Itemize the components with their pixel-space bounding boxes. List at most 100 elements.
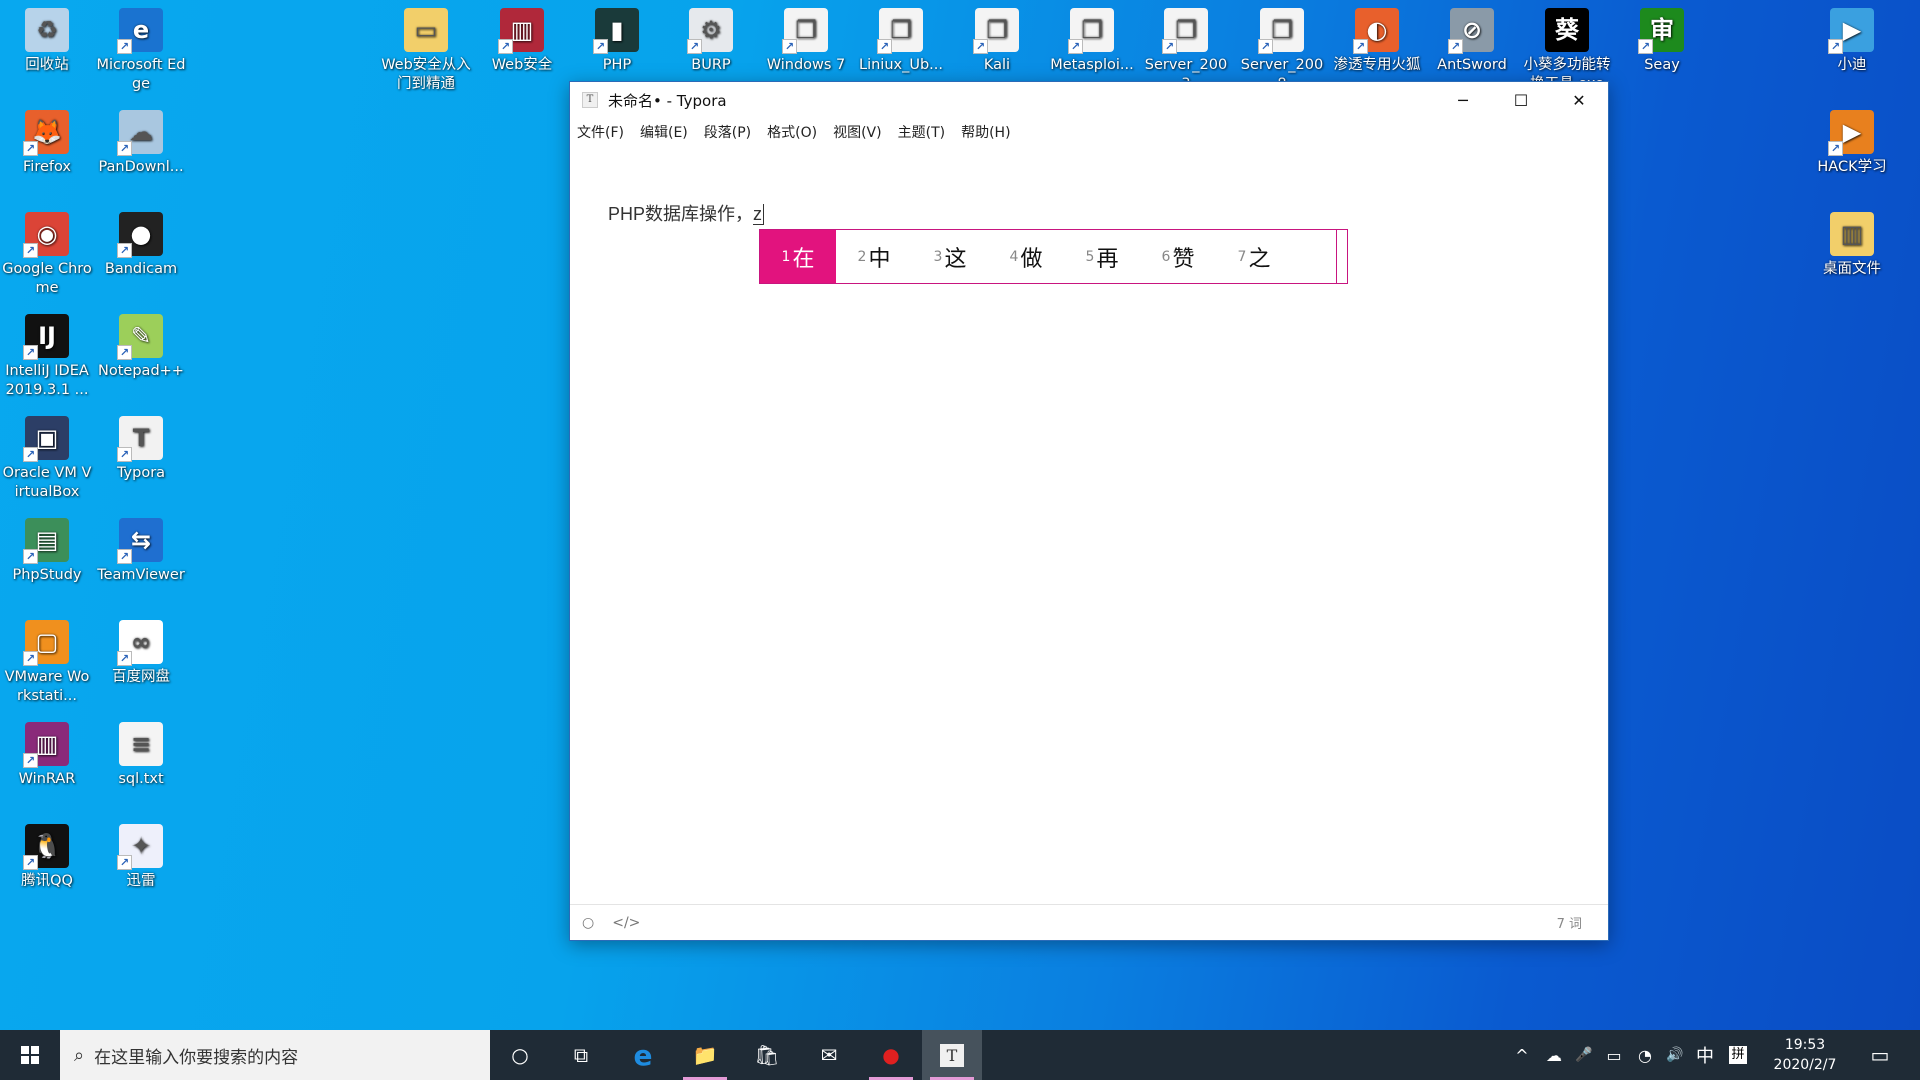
desktop-icon-icons_top-5[interactable]: ❐ ↗ Liniux_Ub... (856, 0, 946, 75)
desktop-icon-icons_left-17[interactable]: ✦ ↗ 迅雷 (96, 816, 186, 891)
desktop-icon-icons_top-10[interactable]: ◐ ↗ 渗透专用火狐 (1332, 0, 1422, 75)
desktop-icon-icons_top-8[interactable]: ❐↗Server_2003 (1141, 0, 1231, 94)
ime-mode-indicator[interactable]: 中 (1690, 1030, 1720, 1080)
desktop-icon-icons_left-10[interactable]: ▤ ↗ PhpStudy (2, 510, 92, 585)
desktop-icon-label: Kali (983, 57, 1011, 73)
battery-icon[interactable]: ▭ (1598, 1030, 1630, 1080)
desktop-icon-icons_left-13[interactable]: ∞ ↗ 百度网盘 (96, 612, 186, 687)
outline-toggle-icon[interactable]: ○ (582, 915, 594, 931)
ime-candidate-6[interactable]: 6赞 (1140, 230, 1216, 283)
start-button[interactable] (0, 1030, 60, 1080)
desktop-icon-icons_left-12[interactable]: ▢ ↗ VMware Workstati... (2, 612, 92, 706)
menu-edit[interactable]: 编辑(E) (640, 122, 688, 142)
desktop-icon-icons_top-4[interactable]: ❐ ↗ Windows 7 (761, 0, 851, 75)
desktop-icon-icons_top-1[interactable]: ▥ ↗ Web安全 (477, 0, 567, 75)
typora-app-icon: T (582, 92, 598, 108)
desktop-icon-icons_top-0[interactable]: ▭ Web安全从入门到精通 (381, 0, 471, 94)
pandownload-icon: ☁ ↗ (117, 110, 163, 156)
desktop-icon-icons_right-1[interactable]: ▶ ↗ HACK学习 (1807, 102, 1897, 177)
desktop-icon-label: PhpStudy (12, 567, 82, 583)
source-code-mode-icon[interactable]: </> (612, 915, 640, 931)
shortcut-arrow-icon: ↗ (117, 141, 132, 156)
desktop-icon-icons_left-7[interactable]: ✎ ↗ Notepad++ (96, 306, 186, 381)
show-hidden-icons-button[interactable]: ^ (1508, 1030, 1536, 1080)
desktop-icon-label: AntSword (1437, 57, 1507, 73)
desktop-icon-icons_top-13[interactable]: 审 ↗ Seay (1617, 0, 1707, 75)
taskbar-typora-button[interactable]: T (922, 1030, 982, 1080)
intellij-icon: IJ ↗ (23, 314, 69, 360)
desktop-icon-label: Metasploi... (1050, 57, 1134, 73)
menu-help[interactable]: 帮助(H) (961, 122, 1010, 142)
desktop-icon-icons_left-11[interactable]: ⇆ ↗ TeamViewer (96, 510, 186, 585)
onedrive-icon[interactable]: ☁ (1538, 1030, 1570, 1080)
shortcut-arrow-icon: ↗ (973, 39, 988, 54)
ime-candidate-3[interactable]: 3这 (912, 230, 988, 283)
desktop-icon-icons_top-3[interactable]: ⚙ ↗ BURP (666, 0, 756, 75)
candidate-text: 中 (868, 246, 891, 272)
ime-candidate-7[interactable]: 7之 (1216, 230, 1292, 283)
clock[interactable]: 19:53 2020/2/7 (1760, 1030, 1850, 1080)
candidate-number: 7 (1237, 248, 1247, 265)
desktop-icon-label: Web安全从入门到精通 (381, 57, 471, 92)
volume-icon[interactable]: 🔊 (1660, 1030, 1690, 1080)
taskbar-store-button[interactable]: 🛍 (737, 1030, 797, 1080)
ime-pinyin-indicator[interactable]: 拼 (1722, 1030, 1754, 1080)
ime-candidate-1[interactable]: 1在 (760, 230, 836, 283)
menu-file[interactable]: 文件(F) (577, 122, 624, 142)
desktop-icon-icons_left-8[interactable]: ▣ ↗ Oracle VM VirtualBox (2, 408, 92, 502)
desktop-icon-icons_top-11[interactable]: ⊘ ↗ AntSword (1427, 0, 1517, 75)
ime-candidate-4[interactable]: 4做 (988, 230, 1064, 283)
desktop-icon-icons_top-6[interactable]: ❐ ↗ Kali (952, 0, 1042, 75)
desktop-icon-icons_right-2[interactable]: ▥ 桌面文件 (1807, 204, 1897, 279)
taskbar-bandicam-button[interactable]: ● (861, 1030, 921, 1080)
desktop-icon-icons_left-15[interactable]: ≡ sql.txt (96, 714, 186, 789)
desktop-icon-icons_top-12[interactable]: 葵小葵多功能转换工具.exe (1522, 0, 1612, 94)
desktop-icon-icons_left-3[interactable]: ☁ ↗ PanDownl... (96, 102, 186, 177)
desktop-icon-icons_left-9[interactable]: T ↗ Typora (96, 408, 186, 483)
shortcut-arrow-icon: ↗ (117, 855, 132, 870)
taskbar-file-explorer-button[interactable]: 📁 (675, 1030, 735, 1080)
ime-candidate-5[interactable]: 5再 (1064, 230, 1140, 283)
ime-candidate-2[interactable]: 2中 (836, 230, 912, 283)
wifi-icon[interactable]: ◔ (1630, 1030, 1660, 1080)
desktop-icon-icons_left-5[interactable]: ● ↗ Bandicam (96, 204, 186, 279)
maximize-button[interactable]: ☐ (1492, 82, 1550, 118)
microphone-icon[interactable]: 🎤 (1570, 1030, 1598, 1080)
desktop-icon-label: Bandicam (104, 261, 178, 277)
desktop-icon-icons_top-7[interactable]: ❐ ↗ Metasploi... (1047, 0, 1137, 75)
vm-icon: ❐ ↗ (1258, 8, 1304, 54)
menu-format[interactable]: 格式(O) (767, 122, 817, 142)
close-button[interactable]: ✕ (1550, 82, 1608, 118)
editor-paragraph[interactable]: PHP数据库操作，z (608, 200, 765, 226)
teamviewer-icon: ⇆ ↗ (117, 518, 163, 564)
taskbar-search-box[interactable]: ⌕ 在这里输入你要搜索的内容 (60, 1030, 490, 1080)
candidate-number: 5 (1085, 248, 1095, 265)
taskbar-mail-button[interactable]: ✉ (799, 1030, 859, 1080)
taskbar-edge-button[interactable]: e (613, 1030, 673, 1080)
folder-icon: ▭ (404, 8, 448, 52)
desktop-icon-icons_top-2[interactable]: ▮ ↗ PHP (572, 0, 662, 75)
minimize-button[interactable]: ─ (1434, 82, 1492, 118)
menu-view[interactable]: 视图(V) (833, 122, 882, 142)
desktop-icon-label: Seay (1644, 57, 1680, 73)
shortcut-arrow-icon: ↗ (23, 345, 38, 360)
desktop-icon-icons_top-9[interactable]: ❐↗Server_2008 (1237, 0, 1327, 94)
desktop-icon-label: Microsoft Edge (96, 57, 186, 92)
desktop-icon-icons_left-16[interactable]: 🐧 ↗ 腾讯QQ (2, 816, 92, 891)
menu-theme[interactable]: 主题(T) (898, 122, 945, 142)
desktop-icon-icons_left-1[interactable]: e ↗ Microsoft Edge (96, 0, 186, 94)
title-bar[interactable]: T 未命名• - Typora ─ ☐ ✕ (570, 82, 1608, 118)
desktop-icon-icons_left-14[interactable]: ▥ ↗ WinRAR (2, 714, 92, 789)
desktop-icon-icons_left-2[interactable]: 🦊 ↗ Firefox (2, 102, 92, 177)
menu-paragraph[interactable]: 段落(P) (704, 122, 751, 142)
desktop-icon-icons_right-0[interactable]: ▶ ↗ 小迪 (1807, 0, 1897, 75)
desktop-icon-icons_left-0[interactable]: ♻ 回收站 (2, 0, 92, 75)
desktop-icon-icons_left-6[interactable]: IJ ↗ IntelliJ IDEA 2019.3.1 ... (2, 306, 92, 400)
taskbar-cortana-button[interactable]: ○ (490, 1030, 550, 1080)
taskbar-task-view-button[interactable]: ⧉ (551, 1030, 611, 1080)
candidate-number: 3 (933, 248, 943, 265)
candidate-text: 做 (1020, 246, 1043, 272)
word-count[interactable]: 7 词 (1557, 913, 1582, 932)
notification-center-button[interactable]: ▭ (1860, 1030, 1900, 1080)
desktop-icon-icons_left-4[interactable]: ◉ ↗ Google Chrome (2, 204, 92, 298)
